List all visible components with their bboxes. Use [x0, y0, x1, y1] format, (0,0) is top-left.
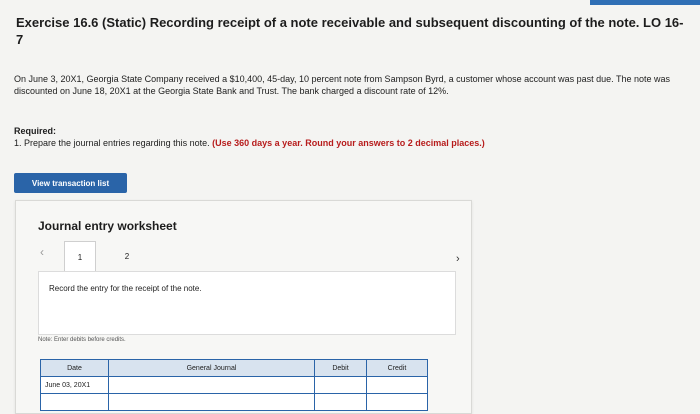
instruction-panel: Record the entry for the receipt of the …	[38, 271, 456, 335]
date-cell: June 03, 20X1	[41, 377, 109, 393]
debit-header: Debit	[315, 360, 367, 376]
general-journal-input[interactable]	[109, 377, 315, 393]
required-prefix: 1. Prepare the journal entries regarding…	[14, 138, 210, 148]
debit-input[interactable]	[315, 394, 367, 410]
problem-description: On June 3, 20X1, Georgia State Company r…	[14, 74, 671, 96]
instruction-text: Record the entry for the receipt of the …	[49, 284, 202, 293]
worksheet-tab-2[interactable]: 2	[112, 241, 142, 271]
worksheet-tab-1[interactable]: 1	[64, 241, 96, 274]
general-journal-header: General Journal	[109, 360, 315, 376]
chevron-right-icon[interactable]: ›	[456, 253, 460, 265]
exercise-title: Exercise 16.6 (Static) Recording receipt…	[16, 15, 684, 47]
general-journal-input[interactable]	[109, 394, 315, 410]
credit-input[interactable]	[367, 394, 427, 410]
date-header: Date	[41, 360, 109, 376]
credit-header: Credit	[387, 364, 407, 372]
required-instruction: 1. Prepare the journal entries regarding…	[14, 138, 686, 148]
chevron-left-icon[interactable]: ‹	[40, 245, 44, 259]
required-label: Required:	[14, 126, 57, 136]
table-row	[41, 394, 427, 410]
journal-table: Date General Journal Debit Credit June 0…	[40, 359, 428, 411]
required-emphasis: (Use 360 days a year. Round your answers…	[212, 138, 485, 148]
debit-input[interactable]	[315, 377, 367, 393]
journal-entry-worksheet: Journal entry worksheet ‹ 1 2 › Record t…	[15, 200, 472, 414]
view-transaction-list-button[interactable]: View transaction list	[14, 173, 127, 193]
table-row: June 03, 20X1	[41, 377, 427, 394]
top-progress-bar	[590, 0, 700, 5]
worksheet-title: Journal entry worksheet	[38, 219, 177, 233]
journal-header-row: Date General Journal Debit Credit	[41, 360, 427, 377]
credit-input[interactable]	[367, 377, 427, 393]
entry-note: Note: Enter debits before credits.	[38, 337, 126, 343]
date-cell	[41, 394, 109, 410]
